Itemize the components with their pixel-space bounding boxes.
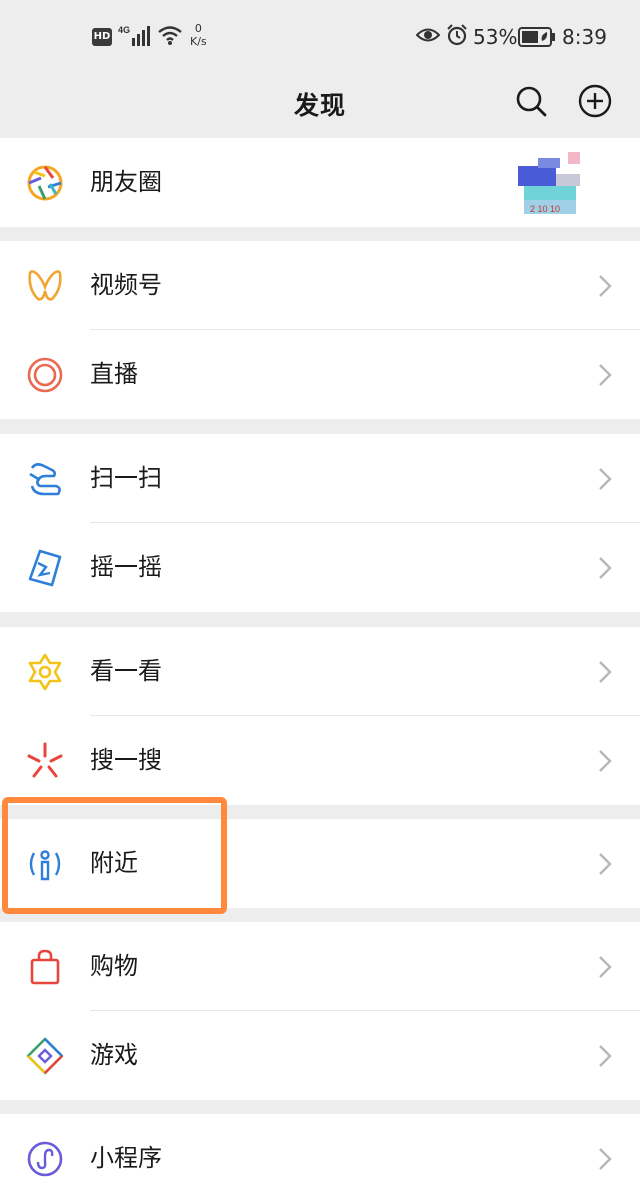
menu-item-moments[interactable]: 朋友圈 2 10 10 (0, 138, 640, 227)
menu-item-label: 扫一扫 (90, 464, 162, 492)
search-sparkle-icon (27, 742, 63, 778)
signal-icon: 4G (116, 24, 152, 48)
chevron-right-icon (599, 750, 612, 772)
alarm-icon (446, 24, 468, 46)
status-bar: HD 4G 0 K/s 53% 8:39 (0, 0, 640, 72)
svg-text:4G: 4G (118, 25, 130, 35)
menu-item-label: 游戏 (90, 1041, 138, 1069)
eye-icon (416, 26, 440, 44)
top-stories-icon (28, 653, 62, 691)
clock: 8:39 (562, 25, 607, 49)
chevron-right-icon (599, 275, 612, 297)
nearby-person-icon (29, 850, 61, 881)
battery-percent: 53% (473, 25, 518, 49)
menu-item-live[interactable]: 直播 (0, 330, 640, 419)
network-speed-value: 0 (194, 22, 202, 35)
chevron-right-icon (599, 468, 612, 490)
search-button[interactable] (514, 84, 548, 118)
live-target-icon (27, 357, 63, 393)
chevron-right-icon (599, 661, 612, 683)
moments-aperture-icon (27, 165, 63, 201)
chevron-right-icon (599, 364, 612, 386)
shopping-bag-icon (30, 949, 60, 985)
network-speed-unit: K/s (190, 35, 207, 48)
mini-program-icon (27, 1141, 63, 1177)
menu-item-channels[interactable]: 视频号 (0, 241, 640, 330)
hd-badge: HD (92, 28, 112, 46)
menu-item-label: 直播 (90, 360, 138, 388)
menu-item-nearby[interactable]: 附近 (0, 819, 640, 908)
menu-item-shopping[interactable]: 购物 (0, 922, 640, 1011)
menu-item-label: 视频号 (90, 271, 162, 299)
group-shopping-games: 购物 游戏 (0, 922, 640, 1100)
group-media: 视频号 直播 (0, 241, 640, 419)
add-button[interactable] (578, 84, 612, 118)
chevron-right-icon (599, 1045, 612, 1067)
menu-item-games[interactable]: 游戏 (0, 1011, 640, 1100)
group-scan: 扫一扫 摇一摇 (0, 434, 640, 612)
menu-item-label: 搜一搜 (90, 746, 162, 774)
chevron-right-icon (599, 956, 612, 978)
svg-text:2 10 10: 2 10 10 (530, 204, 560, 214)
chevron-right-icon (599, 853, 612, 875)
moments-thumbnail: 2 10 10 (510, 146, 600, 220)
chevron-right-icon (599, 557, 612, 579)
menu-item-label: 摇一摇 (90, 553, 162, 581)
menu-item-label: 购物 (90, 952, 138, 980)
menu-item-label: 看一看 (90, 657, 162, 685)
menu-item-label: 朋友圈 (90, 168, 162, 196)
plus-circle-icon (578, 84, 612, 118)
group-discover: 看一看 搜一搜 (0, 627, 640, 805)
wifi-icon (157, 24, 183, 46)
scan-icon (29, 463, 61, 496)
shake-phone-icon (28, 549, 62, 587)
battery-icon (518, 27, 556, 47)
channels-butterfly-icon (28, 270, 62, 301)
top-bar: 发现 (0, 72, 640, 138)
group-moments: 朋友圈 2 10 10 (0, 138, 640, 227)
menu-item-scan[interactable]: 扫一扫 (0, 434, 640, 523)
group-nearby: 附近 (0, 819, 640, 908)
menu-item-shake[interactable]: 摇一摇 (0, 523, 640, 612)
menu-item-search[interactable]: 搜一搜 (0, 716, 640, 805)
menu-item-label: 小程序 (90, 1144, 162, 1172)
menu-item-top-stories[interactable]: 看一看 (0, 627, 640, 716)
network-speed: 0 K/s (190, 22, 207, 48)
chevron-right-icon (599, 1148, 612, 1170)
game-diamond-icon (26, 1037, 64, 1075)
menu-item-label: 附近 (90, 849, 138, 877)
search-icon (516, 86, 547, 117)
menu-item-mini-programs[interactable]: 小程序 (0, 1114, 640, 1191)
group-mini-programs: 小程序 (0, 1114, 640, 1191)
